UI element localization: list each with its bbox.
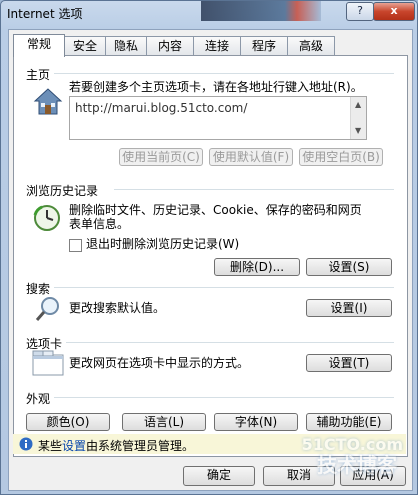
tab-advanced[interactable]: 高级 (287, 36, 335, 55)
tabs-settings-button[interactable]: 设置(T) (306, 354, 392, 372)
tab-programs[interactable]: 程序 (240, 36, 288, 55)
settings-link[interactable]: 设置 (62, 437, 86, 454)
tabbed-window-icon (32, 350, 64, 376)
tab-privacy[interactable]: 隐私 (105, 36, 147, 55)
tab-security[interactable]: 安全 (64, 36, 106, 55)
ok-button[interactable]: 确定 (183, 466, 255, 486)
info-icon (19, 437, 33, 451)
delete-on-exit-checkbox[interactable] (69, 239, 82, 252)
accessibility-button[interactable]: 辅助功能(E) (306, 413, 392, 431)
home-heading: 主页 (26, 68, 51, 82)
house-icon (33, 88, 63, 115)
title-bar: Internet 选项 ? x (1, 1, 417, 25)
clock-icon (33, 205, 60, 231)
history-description-line1: 删除临时文件、历史记录、Cookie、保存的密码和网页 (69, 203, 362, 217)
address-scrollbar[interactable]: ▲ ▼ (350, 97, 366, 139)
close-button[interactable]: x (373, 2, 415, 21)
magnifier-icon (35, 297, 59, 321)
tab-general[interactable]: 常规 (13, 34, 65, 57)
tabs-divider (66, 342, 394, 343)
tab-connections[interactable]: 连接 (193, 36, 241, 55)
history-description-line2: 表单信息。 (69, 217, 130, 231)
search-divider (54, 287, 394, 288)
home-divider (54, 73, 394, 74)
delete-history-button[interactable]: 删除(D)... (214, 258, 300, 276)
history-settings-button[interactable]: 设置(S) (306, 258, 392, 276)
use-blank-button[interactable]: 使用空白页(B) (299, 148, 383, 166)
scroll-up-icon: ▲ (355, 100, 362, 109)
dialog-client: 常规 安全 隐私 内容 连接 程序 高级 主页 若要创建多个主页选项卡，请在各地… (8, 29, 413, 491)
search-description: 更改搜索默认值。 (69, 301, 166, 315)
delete-on-exit-label[interactable]: 退出时删除浏览历史记录(W) (86, 237, 239, 252)
scroll-down-icon: ▼ (355, 126, 362, 135)
use-default-button[interactable]: 使用默认值(F) (209, 148, 293, 166)
history-heading: 浏览历史记录 (26, 184, 99, 198)
home-description: 若要创建多个主页选项卡，请在各地址行键入地址(R)。 (69, 80, 363, 94)
appearance-divider (54, 397, 394, 398)
info-suffix: 由系统管理员管理。 (86, 439, 195, 453)
search-settings-button[interactable]: 设置(I) (306, 299, 392, 317)
window-title: Internet 选项 (7, 7, 83, 21)
watermark-blog: 技术博客 (317, 453, 397, 477)
appearance-heading: 外观 (26, 392, 51, 406)
languages-button[interactable]: 语言(L) (122, 413, 206, 431)
use-current-button[interactable]: 使用当前页(C) (119, 148, 203, 166)
home-page-url: http://marui.blog.51cto.com/ (75, 101, 248, 115)
colors-button[interactable]: 颜色(O) (26, 413, 110, 431)
general-panel: 主页 若要创建多个主页选项卡，请在各地址行键入地址(R)。 http://mar… (13, 55, 408, 457)
tab-content[interactable]: 内容 (146, 36, 194, 55)
background-artwork (201, 1, 321, 21)
tabs-description: 更改网页在选项卡中显示的方式。 (69, 356, 250, 370)
internet-options-window: Internet 选项 ? x 常规 安全 隐私 内容 连接 程序 高级 主页 … (0, 0, 418, 495)
history-divider (114, 189, 394, 190)
fonts-button[interactable]: 字体(N) (214, 413, 298, 431)
home-page-address-field[interactable]: http://marui.blog.51cto.com/ ▲ ▼ (69, 96, 367, 140)
help-button[interactable]: ? (346, 2, 374, 21)
info-prefix: 某些 (38, 439, 63, 453)
